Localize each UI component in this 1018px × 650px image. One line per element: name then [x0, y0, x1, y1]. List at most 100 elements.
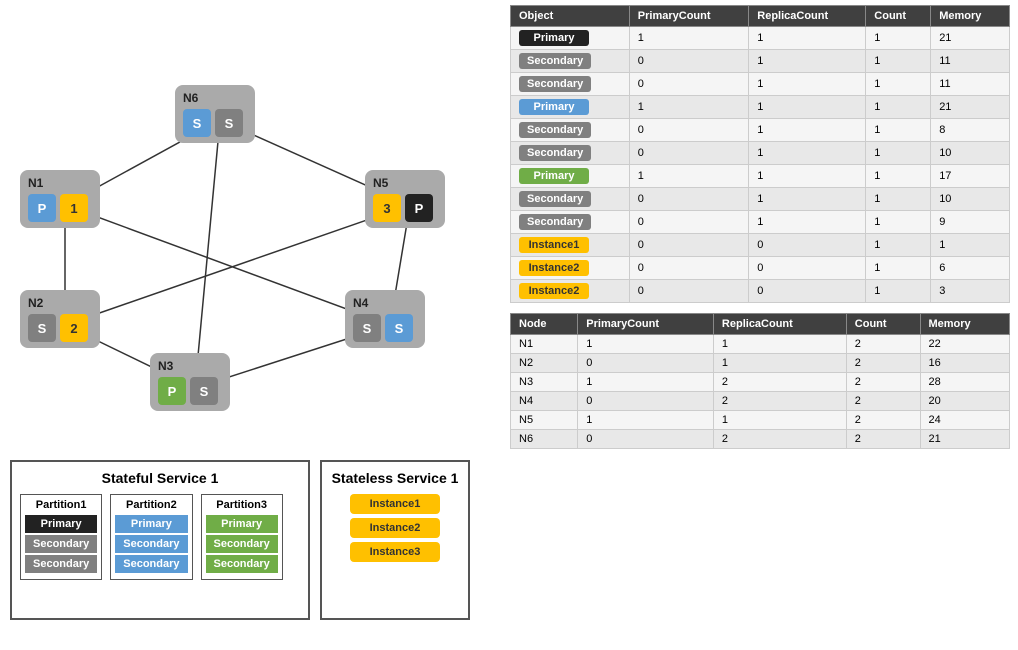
obj-cell: 10 — [931, 188, 1010, 211]
node-cell: 1 — [713, 411, 846, 430]
badge-s: S — [28, 314, 56, 342]
badge-s: S — [353, 314, 381, 342]
badge-p: P — [405, 194, 433, 222]
obj-cell: 1 — [931, 234, 1010, 257]
node-cell: 24 — [920, 411, 1010, 430]
stateful-title: Stateful Service 1 — [20, 470, 300, 486]
obj-cell: Secondary — [511, 142, 630, 165]
node-n4: N4SS — [345, 290, 425, 348]
node-cell: N1 — [511, 335, 578, 354]
badge-p: P — [158, 377, 186, 405]
badge-s: S — [215, 109, 243, 137]
obj-cell: 0 — [749, 280, 866, 303]
obj-cell: 0 — [629, 211, 748, 234]
obj-cell: Primary — [511, 27, 630, 50]
node-cell: 2 — [846, 392, 920, 411]
node-cell: 1 — [713, 354, 846, 373]
obj-cell: 1 — [749, 27, 866, 50]
stateful-legend: Stateful Service 1 Partition1PrimarySeco… — [10, 460, 310, 620]
obj-cell: Secondary — [511, 188, 630, 211]
node-label-n4: N4 — [353, 296, 417, 310]
node-cell: N3 — [511, 373, 578, 392]
obj-cell: 1 — [749, 50, 866, 73]
partition-item: Secondary — [25, 535, 97, 553]
partition-title: Partition3 — [206, 499, 278, 511]
partition-item: Secondary — [115, 555, 187, 573]
object-table-body: Primary11121Secondary01111Secondary01111… — [511, 27, 1010, 303]
obj-cell: 1 — [866, 211, 931, 234]
node-label-n1: N1 — [28, 176, 92, 190]
node-n6: N6 SS — [175, 85, 255, 143]
obj-cell: 1 — [749, 142, 866, 165]
obj-cell: 1 — [629, 165, 748, 188]
stateless-instance: Instance1 — [350, 494, 440, 514]
node-cell: 2 — [846, 373, 920, 392]
table-row: Secondary01110 — [511, 188, 1010, 211]
node-cell: 21 — [920, 430, 1010, 449]
partition-title: Partition1 — [25, 499, 97, 511]
obj-cell: Secondary — [511, 73, 630, 96]
obj-cell: 1 — [749, 119, 866, 142]
partition-item: Secondary — [115, 535, 187, 553]
stateless-title: Stateless Service 1 — [330, 470, 460, 486]
table-row: Secondary01110 — [511, 142, 1010, 165]
node-cell: 2 — [713, 430, 846, 449]
tables-area: ObjectPrimaryCountReplicaCountCountMemor… — [510, 5, 1010, 459]
node-label-n6: N6 — [183, 91, 247, 105]
obj-cell: 1 — [749, 211, 866, 234]
obj-cell: 1 — [866, 165, 931, 188]
obj-cell: 17 — [931, 165, 1010, 188]
obj-cell: 10 — [931, 142, 1010, 165]
node-cell: 1 — [578, 335, 714, 354]
table-row: Secondary01111 — [511, 73, 1010, 96]
node-label-n2: N2 — [28, 296, 92, 310]
network-diagram: N1P1N2S2N3PSN4SSN53PN6SS — [0, 0, 490, 440]
table-row: Instance10011 — [511, 234, 1010, 257]
node-cell: 1 — [713, 335, 846, 354]
obj-cell: 21 — [931, 27, 1010, 50]
obj-cell: 21 — [931, 96, 1010, 119]
obj-cell: Primary — [511, 165, 630, 188]
node-header: Node — [511, 314, 578, 335]
node-cell: 1 — [578, 411, 714, 430]
badge-3: 3 — [373, 194, 401, 222]
node-cell: 28 — [920, 373, 1010, 392]
obj-cell: 0 — [629, 280, 748, 303]
obj-cell: 11 — [931, 73, 1010, 96]
obj-cell: 1 — [629, 96, 748, 119]
table-row: Secondary0118 — [511, 119, 1010, 142]
obj-cell: Primary — [511, 96, 630, 119]
partition-title: Partition2 — [115, 499, 187, 511]
node-cell: 2 — [846, 354, 920, 373]
node-cell: N5 — [511, 411, 578, 430]
obj-cell: 3 — [931, 280, 1010, 303]
obj-header: ReplicaCount — [749, 6, 866, 27]
node-table-header: NodePrimaryCountReplicaCountCountMemory — [511, 314, 1010, 335]
table-row: N312228 — [511, 373, 1010, 392]
obj-cell: Secondary — [511, 50, 630, 73]
badge-p: P — [28, 194, 56, 222]
stateless-instance: Instance3 — [350, 542, 440, 562]
node-label-n3: N3 — [158, 359, 222, 373]
badge-s: S — [183, 109, 211, 137]
node-label-n5: N5 — [373, 176, 437, 190]
table-row: N511224 — [511, 411, 1010, 430]
badge-s: S — [190, 377, 218, 405]
node-cell: 2 — [713, 373, 846, 392]
node-n5: N5 3P — [365, 170, 445, 228]
object-table: ObjectPrimaryCountReplicaCountCountMemor… — [510, 5, 1010, 303]
table-row: N602221 — [511, 430, 1010, 449]
partition-item: Secondary — [206, 535, 278, 553]
table-row: Secondary0119 — [511, 211, 1010, 234]
node-header: ReplicaCount — [713, 314, 846, 335]
table-row: Primary11117 — [511, 165, 1010, 188]
obj-cell: 1 — [629, 27, 748, 50]
node-cell: 2 — [713, 392, 846, 411]
obj-cell: 0 — [629, 257, 748, 280]
legend-area: Stateful Service 1 Partition1PrimarySeco… — [0, 450, 490, 650]
obj-cell: 1 — [749, 165, 866, 188]
obj-cell: 9 — [931, 211, 1010, 234]
node-header: Count — [846, 314, 920, 335]
partition-partition1: Partition1PrimarySecondarySecondary — [20, 494, 102, 580]
obj-cell: 0 — [629, 119, 748, 142]
